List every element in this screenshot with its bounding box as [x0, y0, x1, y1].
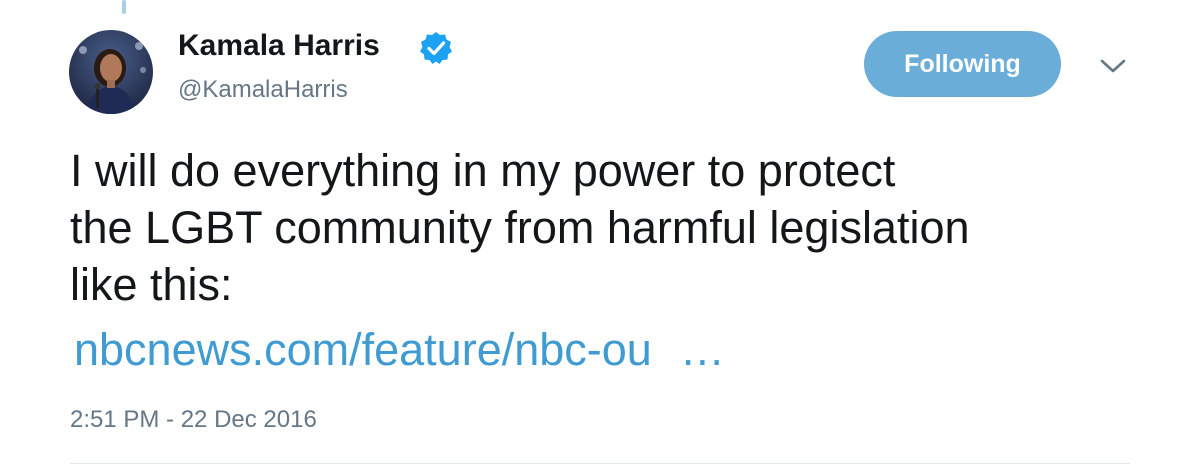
verified-badge-icon — [420, 32, 452, 64]
divider — [70, 463, 1130, 464]
tweet-text-line: I will do everything in my power to prot… — [70, 145, 896, 196]
tweet-text: I will do everything in my power to prot… — [70, 142, 1170, 313]
chevron-down-icon[interactable] — [1099, 57, 1127, 75]
tweet-text-line: like this: — [70, 259, 233, 310]
avatar[interactable] — [69, 30, 153, 114]
tweet-link-ellipsis[interactable]: … — [680, 324, 725, 375]
tweet-link[interactable]: nbcnews.com/feature/nbc-ou … — [74, 321, 725, 378]
author-display-name[interactable]: Kamala Harris — [178, 28, 380, 64]
author-handle[interactable]: @KamalaHarris — [178, 75, 348, 105]
tweet-timestamp[interactable]: 2:51 PM - 22 Dec 2016 — [70, 405, 317, 435]
tweet-link-text[interactable]: nbcnews.com/feature/nbc-ou — [74, 324, 652, 375]
tweet-text-line: the LGBT community from harmful legislat… — [70, 202, 970, 253]
following-button[interactable]: Following — [864, 31, 1061, 97]
profile-photo-icon — [69, 30, 153, 114]
thread-connector-line — [122, 0, 126, 14]
